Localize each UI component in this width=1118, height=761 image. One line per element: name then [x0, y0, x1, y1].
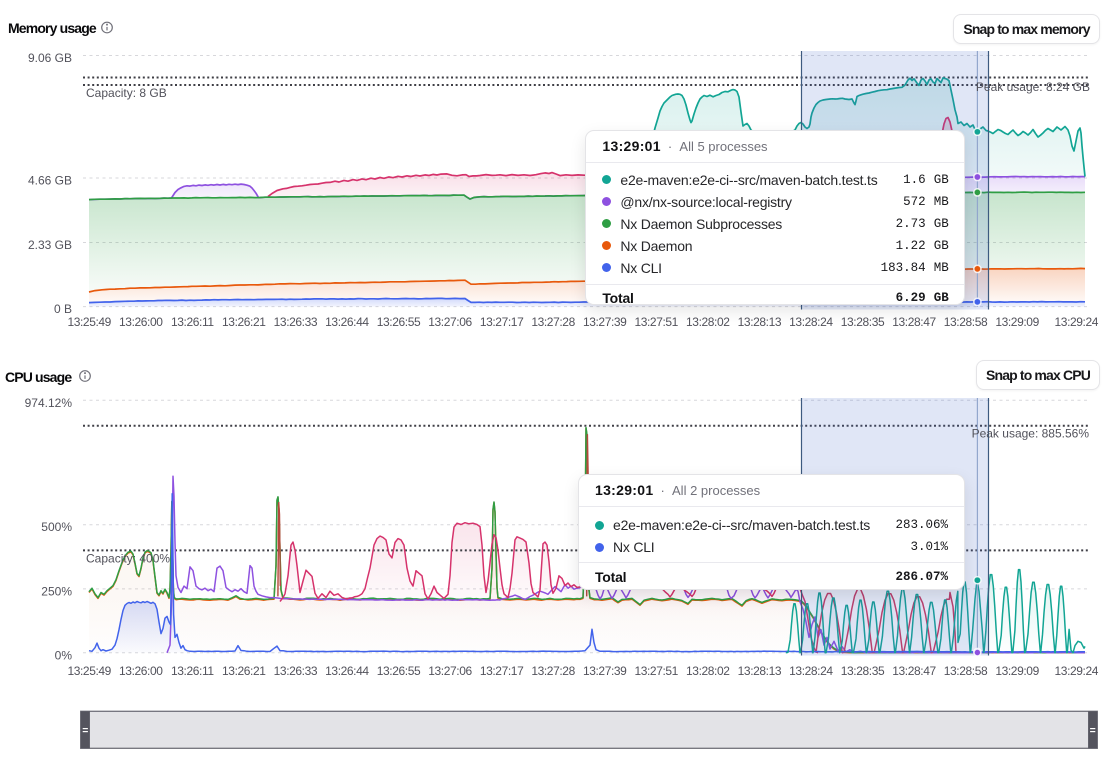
svg-text:13:27:06: 13:27:06	[428, 315, 472, 329]
svg-text:13:28:24: 13:28:24	[789, 315, 833, 329]
svg-text:13:27:17: 13:27:17	[480, 315, 524, 329]
svg-text:13:26:55: 13:26:55	[377, 315, 421, 329]
svg-text:0%: 0%	[55, 649, 73, 663]
svg-text:13:26:11: 13:26:11	[171, 664, 214, 678]
svg-text:4.66 GB: 4.66 GB	[28, 174, 72, 188]
svg-text:13:26:55: 13:26:55	[377, 664, 421, 678]
svg-text:13:26:21: 13:26:21	[222, 664, 266, 678]
svg-text:Capacity: 8 GB: Capacity: 8 GB	[86, 86, 167, 100]
svg-text:13:29:24: 13:29:24	[1055, 664, 1099, 678]
svg-text:13:29:24: 13:29:24	[1055, 315, 1099, 329]
svg-text:13:27:51: 13:27:51	[634, 315, 678, 329]
svg-text:13:28:02: 13:28:02	[686, 664, 730, 678]
svg-text:500%: 500%	[41, 520, 72, 534]
svg-text:13:26:00: 13:26:00	[119, 664, 163, 678]
svg-text:13:27:39: 13:27:39	[583, 315, 627, 329]
svg-text:13:25:49: 13:25:49	[67, 664, 111, 678]
svg-text:13:28:58: 13:28:58	[944, 315, 988, 329]
svg-text:13:28:13: 13:28:13	[738, 315, 782, 329]
svg-text:13:26:44: 13:26:44	[325, 315, 369, 329]
svg-text:13:28:47: 13:28:47	[892, 664, 936, 678]
svg-text:13:27:06: 13:27:06	[428, 664, 472, 678]
svg-text:13:26:44: 13:26:44	[325, 664, 369, 678]
svg-text:Peak usage: 8.24 GB: Peak usage: 8.24 GB	[976, 80, 1090, 94]
svg-text:13:28:02: 13:28:02	[686, 315, 730, 329]
svg-text:13:26:00: 13:26:00	[119, 315, 163, 329]
svg-text:13:26:33: 13:26:33	[274, 315, 318, 329]
svg-text:13:28:58: 13:28:58	[944, 664, 988, 678]
svg-text:Peak usage: 885.56%: Peak usage: 885.56%	[972, 427, 1090, 441]
svg-text:13:26:11: 13:26:11	[171, 315, 214, 329]
svg-text:2.33 GB: 2.33 GB	[28, 238, 72, 252]
svg-text:13:28:35: 13:28:35	[841, 315, 885, 329]
svg-text:13:28:47: 13:28:47	[892, 315, 936, 329]
svg-text:13:29:09: 13:29:09	[995, 315, 1039, 329]
svg-text:13:28:13: 13:28:13	[738, 664, 782, 678]
svg-text:13:25:49: 13:25:49	[67, 315, 111, 329]
svg-text:13:26:21: 13:26:21	[222, 315, 266, 329]
svg-text:974.12%: 974.12%	[25, 396, 73, 410]
svg-text:13:27:39: 13:27:39	[583, 664, 627, 678]
svg-text:9.06 GB: 9.06 GB	[28, 51, 72, 65]
svg-text:13:27:28: 13:27:28	[531, 315, 575, 329]
svg-text:13:27:28: 13:27:28	[531, 664, 575, 678]
svg-text:13:26:33: 13:26:33	[274, 664, 318, 678]
svg-text:13:27:17: 13:27:17	[480, 664, 524, 678]
svg-text:250%: 250%	[41, 585, 72, 599]
svg-text:13:27:51: 13:27:51	[634, 664, 678, 678]
svg-text:Capacity: 400%: Capacity: 400%	[86, 552, 170, 566]
svg-text:13:28:35: 13:28:35	[841, 664, 885, 678]
svg-text:13:28:24: 13:28:24	[789, 664, 833, 678]
svg-text:13:29:09: 13:29:09	[995, 664, 1039, 678]
